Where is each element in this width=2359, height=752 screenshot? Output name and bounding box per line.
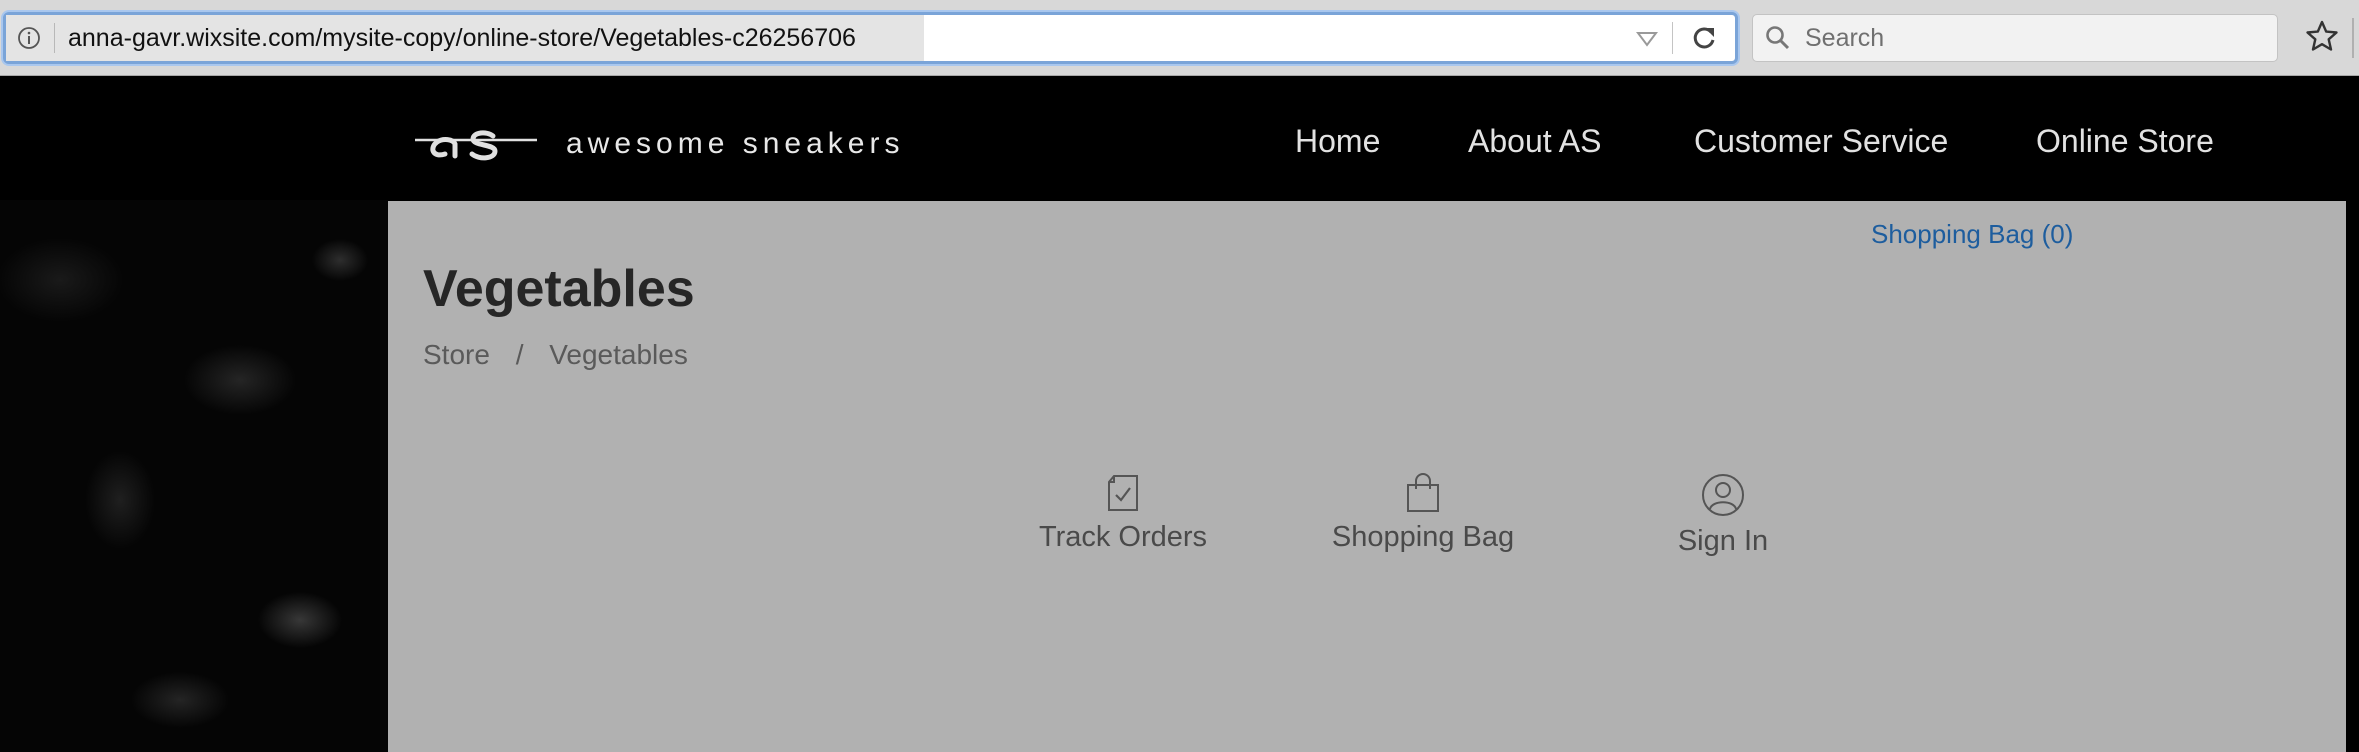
website: awesome sneakers Home About AS Customer …	[0, 76, 2359, 752]
as-logo[interactable]	[415, 114, 537, 166]
track-orders-button[interactable]: Track Orders	[988, 473, 1258, 554]
page-title: Vegetables	[423, 260, 695, 318]
track-orders-label: Track Orders	[1038, 521, 1208, 553]
track-orders-icon	[1108, 475, 1138, 511]
search-bar[interactable]	[1752, 14, 2278, 62]
breadcrumb: Store / Vegetables	[423, 339, 706, 371]
url-text[interactable]: anna-gavr.wixsite.com/mysite-copy/online…	[68, 15, 856, 61]
toolbar-separator	[2352, 18, 2354, 58]
browser-toolbar: anna-gavr.wixsite.com/mysite-copy/online…	[0, 0, 2359, 76]
address-bar[interactable]: anna-gavr.wixsite.com/mysite-copy/online…	[3, 12, 1738, 64]
brand-name[interactable]: awesome sneakers	[566, 124, 904, 164]
breadcrumb-current: Vegetables	[549, 339, 688, 370]
breadcrumb-separator: /	[515, 339, 524, 370]
shopping-bag-link[interactable]: Shopping Bag (0)	[1871, 219, 2073, 250]
store-content: Shopping Bag (0) Vegetables Store / Vege…	[388, 201, 2346, 752]
shopping-bag-label: Shopping Bag	[1331, 521, 1515, 553]
nav-customer-service[interactable]: Customer Service	[1694, 116, 1948, 166]
sign-in-button[interactable]: Sign In	[1588, 473, 1858, 558]
nav-about-as[interactable]: About AS	[1468, 116, 1601, 166]
background-texture	[0, 200, 388, 752]
search-input[interactable]	[1805, 15, 2265, 61]
shopping-bag-icon	[1407, 473, 1439, 512]
info-icon[interactable]	[17, 26, 41, 50]
dropmarker-icon[interactable]	[1636, 29, 1658, 49]
nav-online-store[interactable]: Online Store	[2036, 116, 2214, 166]
sign-in-label: Sign In	[1677, 525, 1769, 557]
breadcrumb-store[interactable]: Store	[423, 339, 490, 370]
address-bar-separator	[1672, 22, 1673, 54]
shopping-bag-button[interactable]: Shopping Bag	[1288, 473, 1558, 554]
nav-home[interactable]: Home	[1295, 116, 1380, 166]
address-bar-separator	[54, 23, 55, 53]
user-icon	[1702, 474, 1744, 516]
search-icon	[1766, 26, 1790, 50]
bookmark-star-icon[interactable]	[2305, 19, 2339, 53]
reload-icon[interactable]	[1690, 24, 1718, 52]
